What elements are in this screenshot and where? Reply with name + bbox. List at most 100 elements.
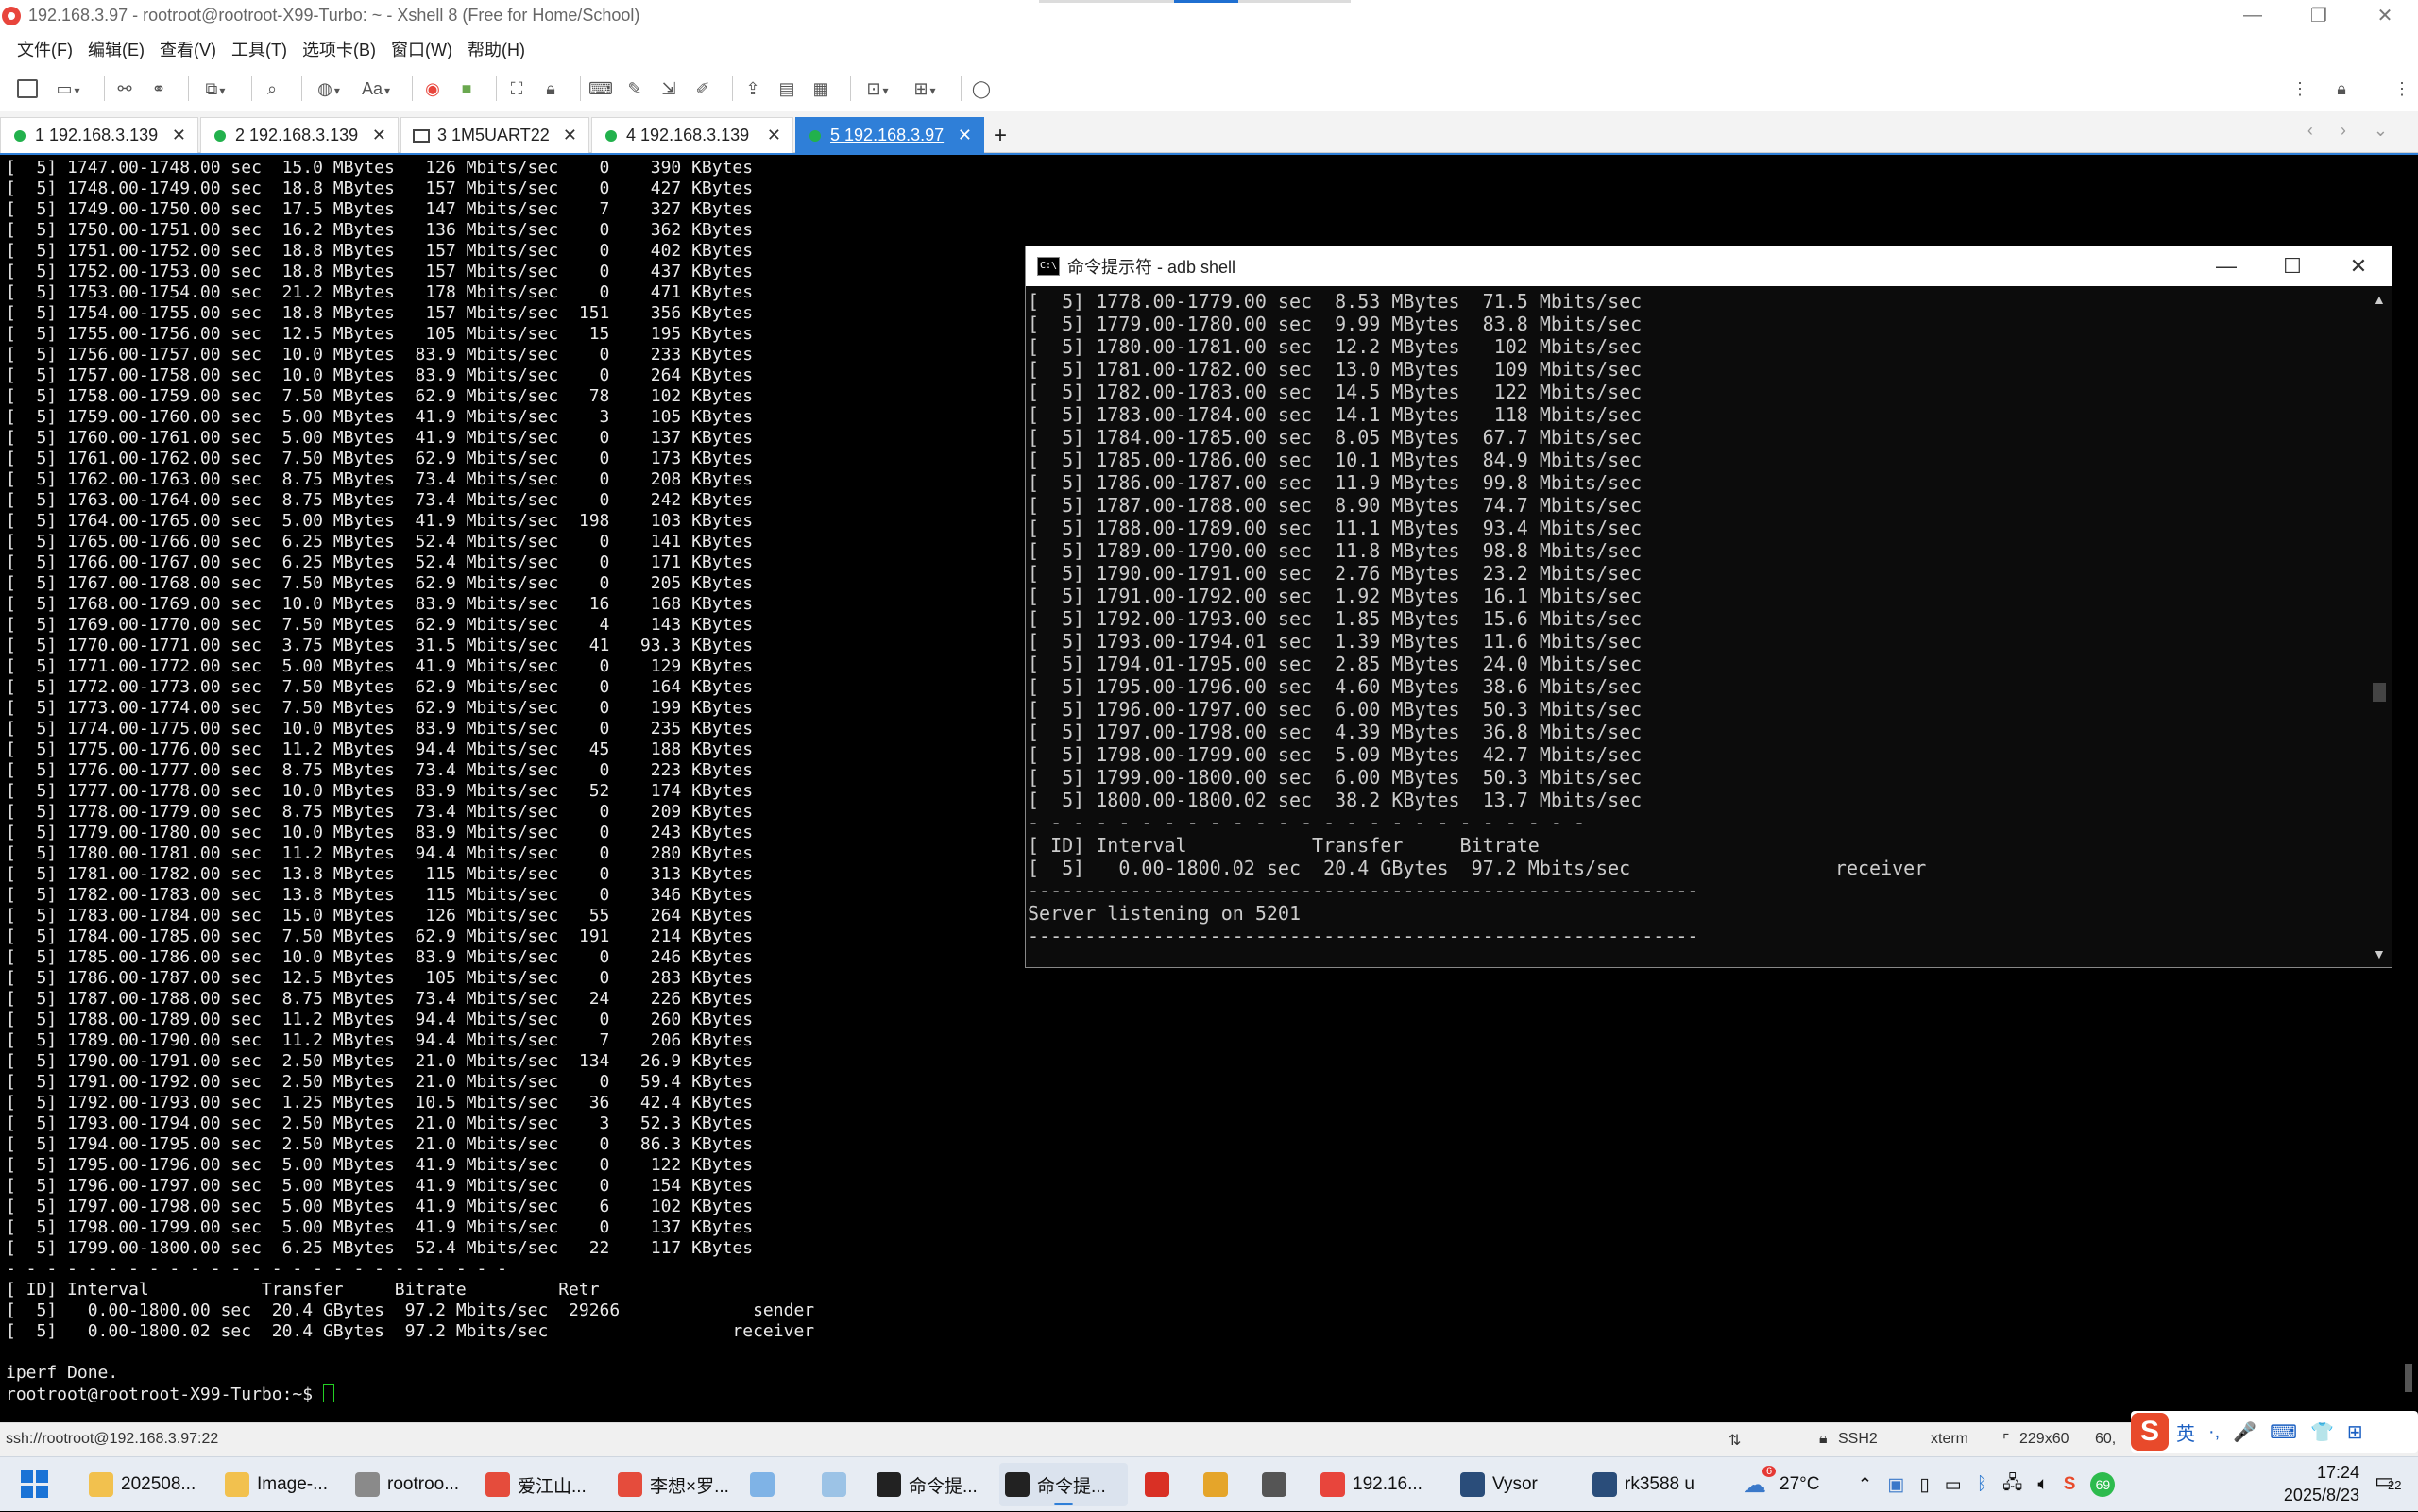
chat-icon[interactable]: ◯	[969, 76, 994, 101]
taskbar-app-15[interactable]: rk3588 u	[1587, 1463, 1715, 1506]
cmd-minimize-button[interactable]: —	[2193, 246, 2259, 286]
ime-language-toggle[interactable]: 英	[2176, 1419, 2195, 1446]
app-icon	[1460, 1472, 1485, 1497]
menu-tools[interactable]: 工具(T)	[231, 37, 287, 61]
tab-session-4[interactable]: 4 192.168.3.139 ✕	[591, 117, 793, 153]
more-options-icon[interactable]: ⋮	[2288, 76, 2312, 101]
taskbar-app-3[interactable]: rootroo...	[349, 1463, 478, 1506]
cmd-maximize-button[interactable]: ☐	[2259, 246, 2325, 286]
new-window-icon[interactable]: ⧉	[196, 76, 234, 101]
ime-toolbar[interactable]: S 英 ·, 🎤 ⌨ 👕 ⊞	[2131, 1411, 2418, 1453]
security-badge[interactable]: 69	[2090, 1472, 2116, 1497]
close-button[interactable]: ✕	[2352, 0, 2418, 31]
taskbar-app-10[interactable]	[1139, 1463, 1198, 1506]
usb-icon[interactable]: ▯	[1919, 1474, 1929, 1496]
ime-keyboard-icon[interactable]: ⌨	[2270, 1420, 2297, 1444]
xftp-icon[interactable]: ◉	[420, 76, 445, 101]
scrollbar-thumb[interactable]	[2405, 1364, 2412, 1392]
toolbar-overflow-icon[interactable]: ⋮	[2390, 76, 2414, 101]
taskbar-app-7[interactable]	[816, 1463, 878, 1506]
menu-view[interactable]: 查看(V)	[160, 37, 216, 61]
sogou-tray-icon[interactable]: S	[2064, 1474, 2076, 1495]
cmd-console[interactable]: [ 5] 1778.00-1779.00 sec 8.53 MBytes 71.…	[1026, 286, 2367, 967]
cmd-scrollbar[interactable]: ▲ ▼	[2367, 286, 2392, 967]
font-icon[interactable]: Aa	[357, 76, 395, 101]
ime-skin-icon[interactable]: 👕	[2310, 1420, 2334, 1444]
padlock-icon[interactable]: 🔒︎	[2329, 76, 2354, 101]
terminal-line: [ 5] 1775.00-1776.00 sec 11.2 MBytes 94.…	[6, 739, 754, 759]
menu-edit[interactable]: 编辑(E)	[88, 37, 145, 61]
disconnect-icon[interactable]: ⚭	[146, 76, 171, 101]
tray-app-icon[interactable]: ▣	[1887, 1474, 1904, 1496]
tab-session-2[interactable]: 2 192.168.3.139 ✕	[200, 117, 399, 153]
tab-close-icon[interactable]: ✕	[563, 126, 577, 145]
network-icon[interactable]: 🖧	[2002, 1470, 2022, 1500]
taskbar-app-5[interactable]: 李想×罗...	[612, 1463, 741, 1506]
taskbar-app-11[interactable]	[1198, 1463, 1256, 1506]
highlight-icon[interactable]: ▦	[809, 76, 833, 101]
tab-close-icon[interactable]: ✕	[958, 126, 972, 145]
tab-session-5[interactable]: 5 192.168.3.97 ✕	[795, 117, 984, 153]
cmd-scrollbar-thumb[interactable]	[2373, 683, 2386, 702]
taskbar-app-12[interactable]	[1256, 1463, 1315, 1506]
tab-close-icon[interactable]: ✕	[372, 126, 386, 145]
taskbar-app-2[interactable]: Image-...	[219, 1463, 348, 1506]
tray-expand-icon[interactable]: ⌃	[1857, 1474, 1872, 1496]
tab-scroll-buttons[interactable]: ‹ › ⌄	[2307, 121, 2399, 141]
terminal-scrollbar[interactable]	[2395, 155, 2418, 1411]
taskbar-app-1[interactable]: 202508...	[83, 1463, 212, 1506]
tab-session-3[interactable]: 3 1M5UART22 ✕	[400, 117, 589, 153]
lock-icon[interactable]: 🔒︎	[538, 76, 563, 101]
script-icon[interactable]: ✎	[622, 76, 647, 101]
fullscreen-icon[interactable]: ⛶	[504, 76, 529, 101]
notification-center-icon[interactable]: ▭ 22	[2375, 1469, 2412, 1503]
send-icon[interactable]: ⇲	[656, 76, 681, 101]
terminal-line: [ 5] 1781.00-1782.00 sec 13.8 MBytes 115…	[6, 864, 754, 884]
taskbar-app-4[interactable]: 爱江山...	[480, 1463, 608, 1506]
taskbar-app-14[interactable]: Vysor	[1455, 1463, 1583, 1506]
taskbar-app-8[interactable]: 命令提...	[871, 1463, 999, 1506]
tab-group-icon[interactable]: ⊡	[859, 76, 896, 101]
ime-punctuation-icon[interactable]: ·,	[2208, 1421, 2220, 1443]
menu-tabs[interactable]: 选项卡(B)	[302, 37, 376, 61]
compose-icon[interactable]: ✐	[690, 76, 715, 101]
search-icon[interactable]: ⌕	[260, 76, 284, 101]
minimize-button[interactable]: —	[2220, 0, 2286, 31]
menu-help[interactable]: 帮助(H)	[468, 37, 525, 61]
system-clock[interactable]: 17:24 2025/8/23	[2284, 1461, 2359, 1506]
transfer-icon[interactable]: ⇪	[741, 76, 765, 101]
sogou-logo-icon[interactable]: S	[2131, 1413, 2169, 1451]
log-icon[interactable]: ▤	[775, 76, 799, 101]
taskbar-app-9[interactable]: 命令提...	[999, 1463, 1128, 1506]
menu-window[interactable]: 窗口(W)	[391, 37, 452, 61]
tab-number: 1	[35, 126, 45, 144]
open-folder-icon[interactable]: ▭	[49, 76, 87, 101]
volume-icon[interactable]: 🔈︎	[2037, 1474, 2048, 1495]
menu-file[interactable]: 文件(F)	[17, 37, 73, 61]
weather-temperature[interactable]: 27°C	[1779, 1474, 1819, 1495]
windows-start-icon[interactable]	[21, 1470, 49, 1499]
ime-tools-icon[interactable]: ⊞	[2347, 1420, 2363, 1444]
lock-icon: 🔒︎	[1819, 1431, 1828, 1447]
taskbar-app-6[interactable]	[744, 1463, 807, 1506]
cmd-window[interactable]: C:\ 命令提示符 - adb shell — ☐ ✕ [ 5] 1778.00…	[1025, 246, 2392, 968]
restore-button[interactable]: ❐	[2286, 0, 2352, 31]
xmanager-icon[interactable]: ■	[454, 76, 479, 101]
tab-session-1[interactable]: 1 192.168.3.139 ✕	[0, 117, 198, 153]
tab-close-icon[interactable]: ✕	[767, 126, 781, 145]
ime-voice-icon[interactable]: 🎤	[2233, 1420, 2256, 1444]
tab-close-icon[interactable]: ✕	[172, 126, 186, 145]
add-tab-button[interactable]: +	[994, 123, 1007, 149]
bluetooth-icon[interactable]: ᛒ	[1977, 1474, 1987, 1495]
keyboard-icon[interactable]: ⌨	[588, 76, 613, 101]
new-session-icon[interactable]	[15, 76, 40, 101]
taskbar-app-13[interactable]: 192.16...	[1315, 1463, 1453, 1506]
battery-icon[interactable]: ▭	[1945, 1474, 1962, 1496]
scroll-down-icon[interactable]: ▼	[2373, 946, 2386, 961]
globe-icon[interactable]: ◍	[310, 76, 348, 101]
layout-icon[interactable]: ⊞	[906, 76, 944, 101]
cmd-close-button[interactable]: ✕	[2325, 246, 2392, 286]
weather-icon[interactable]: ☁ 6	[1744, 1465, 1777, 1499]
connect-icon[interactable]: ⚯	[112, 76, 137, 101]
scroll-up-icon[interactable]: ▲	[2373, 292, 2386, 307]
